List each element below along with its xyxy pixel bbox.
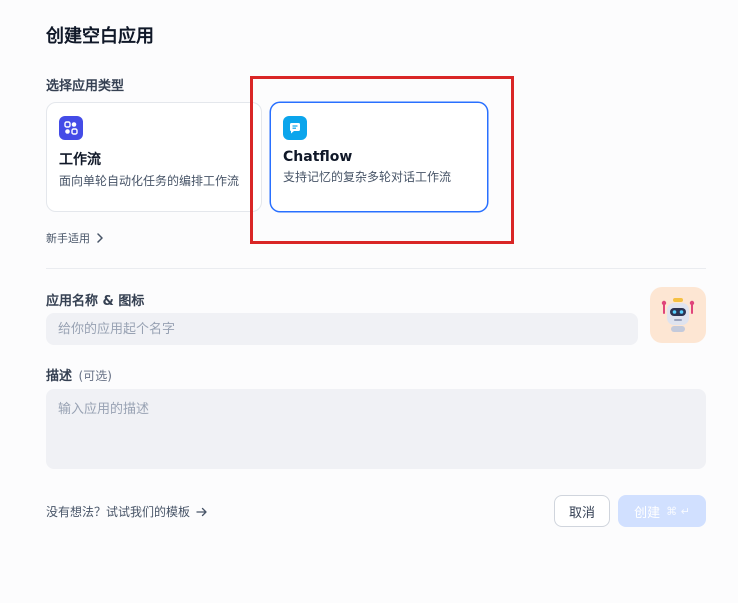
chevron-right-icon [97, 233, 103, 243]
section-divider [46, 268, 706, 269]
app-name-input[interactable] [46, 313, 638, 345]
try-templates-link[interactable]: 没有想法？试试我们的模板 [46, 503, 208, 520]
beginner-link-label: 新手适用 [46, 232, 90, 245]
arrow-right-icon [196, 507, 207, 516]
create-shortcut-hint: ⌘ ↵ [666, 504, 690, 518]
template-link-label: 没有想法？试试我们的模板 [46, 505, 191, 519]
description-label-text: 描述 [46, 369, 73, 384]
cancel-button[interactable]: 取消 [554, 495, 610, 527]
beginner-toggle-link[interactable]: 新手适用 [46, 230, 104, 246]
app-type-description: 支持记忆的复杂多轮对话工作流 [283, 170, 452, 184]
app-icon-picker[interactable] [650, 287, 706, 343]
app-type-name: 工作流 [59, 152, 101, 168]
create-button[interactable]: 创建 ⌘ ↵ [618, 495, 706, 527]
app-name-label: 应用名称 & 图标 [46, 294, 145, 309]
description-textarea[interactable] [46, 389, 706, 469]
workflow-icon [59, 116, 83, 140]
app-type-label: 选择应用类型 [46, 79, 125, 94]
app-type-card-workflow[interactable]: 工作流 面向单轮自动化任务的编排工作流 [46, 102, 262, 212]
description-label: 描述 (可选) [46, 365, 112, 384]
app-type-card-chatflow[interactable]: Chatflow 支持记忆的复杂多轮对话工作流 [270, 102, 488, 212]
app-type-name: Chatflow [283, 149, 353, 165]
robot-icon [661, 298, 695, 332]
create-app-dialog: 创建空白应用 选择应用类型 工作流 面向单轮自动化任务的编排工作流 Chatfl… [0, 0, 738, 603]
app-type-description: 面向单轮自动化任务的编排工作流 [59, 174, 240, 188]
chatflow-icon [283, 116, 307, 140]
create-button-label: 创建 [634, 505, 661, 521]
dialog-title: 创建空白应用 [46, 26, 154, 47]
optional-hint: (可选) [78, 369, 112, 383]
